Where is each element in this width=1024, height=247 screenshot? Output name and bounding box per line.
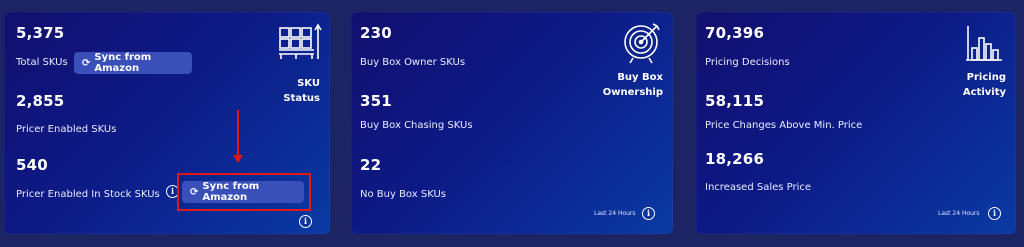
info-icon[interactable]: i [988,207,1001,220]
target-icon [621,20,663,68]
increased-price-label: Increased Sales Price [705,182,812,193]
annotation-arrow-line [237,110,239,156]
card-title-line2: Ownership [602,87,663,98]
card-title-line1: Buy Box [617,72,663,83]
sync-icon: ⟳ [82,57,91,69]
time-period-label: Last 24 Hours [938,210,980,217]
sync-from-amazon-button-2[interactable]: ⟳ Sync from Amazon [182,181,304,203]
pricing-activity-card: 70,396 Pricing Decisions Pricing Activit… [696,12,1016,234]
buy-box-chasing-label: Buy Box Chasing SKUs [360,120,473,131]
card-title: SKU Status [283,76,320,106]
buy-box-card: 230 Buy Box Owner SKUs Buy Box Ownership… [351,12,673,234]
above-min-value: 58,115 [705,92,765,110]
card-title-line2: Activity [962,87,1006,98]
above-min-label: Price Changes Above Min. Price [705,120,863,131]
card-title-line1: SKU [297,78,320,89]
card-title: Buy Box Ownership [603,70,663,100]
sku-status-card: 5,375 Total SKUs ⟳ Sync from Amazon SKU … [4,12,330,234]
sync-button-label: Sync from Amazon [94,52,152,74]
time-period-label: Last 24 Hours [594,210,636,217]
buy-box-owner-value: 230 [360,24,392,42]
pricer-in-stock-value: 540 [16,156,48,174]
warehouse-icon [278,22,322,66]
sync-button-label: Sync from Amazon [202,181,260,203]
card-title-line1: Pricing [966,72,1006,83]
pricer-in-stock-label: Pricer Enabled In Stock SKUs [16,189,160,200]
pricer-enabled-label: Pricer Enabled SKUs [16,124,117,135]
info-icon[interactable]: i [642,207,655,220]
sync-icon: ⟳ [190,186,199,198]
pricing-decisions-label: Pricing Decisions [705,57,790,68]
total-skus-label: Total SKUs [16,57,68,68]
pricer-enabled-value: 2,855 [16,92,65,110]
buy-box-owner-label: Buy Box Owner SKUs [360,57,466,68]
bar-chart-icon [964,24,1004,68]
no-buy-box-value: 22 [360,156,382,174]
buy-box-chasing-value: 351 [360,92,392,110]
pricing-decisions-value: 70,396 [705,24,765,42]
total-skus-value: 5,375 [16,24,65,42]
increased-price-value: 18,266 [705,150,765,168]
info-icon[interactable]: i [299,215,312,228]
sync-from-amazon-button[interactable]: ⟳ Sync from Amazon [74,52,192,74]
annotation-arrow-head [233,155,243,163]
card-title-line2: Status [283,93,320,104]
card-title: Pricing Activity [963,70,1006,100]
no-buy-box-label: No Buy Box SKUs [360,189,447,200]
